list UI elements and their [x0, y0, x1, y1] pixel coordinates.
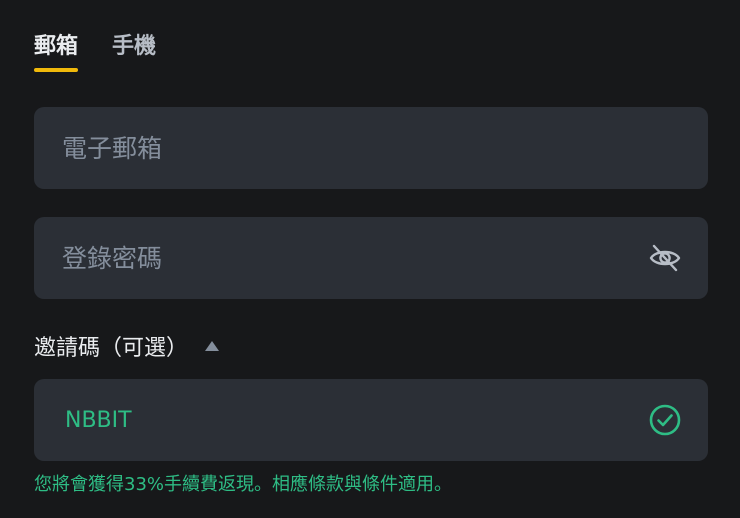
- password-field[interactable]: [62, 238, 648, 278]
- tab-phone[interactable]: 手機: [112, 30, 156, 76]
- referral-toggle[interactable]: 邀請碼（可選）: [34, 328, 220, 364]
- check-circle-icon: [648, 403, 682, 437]
- referral-code-field[interactable]: [65, 400, 648, 440]
- login-method-tabs: 郵箱 手機: [34, 30, 156, 76]
- eye-off-icon[interactable]: [648, 241, 682, 275]
- referral-label: 邀請碼（可選）: [34, 336, 189, 361]
- referral-rebate-note: 您將會獲得33%手續費返現。相應條款與條件適用。: [34, 474, 453, 495]
- tab-email[interactable]: 郵箱: [34, 30, 79, 76]
- password-field-container: [34, 217, 708, 299]
- email-field-container: [34, 107, 708, 189]
- referral-field-container: [34, 379, 708, 461]
- caret-up-icon[interactable]: [204, 340, 220, 352]
- email-field[interactable]: [62, 128, 682, 168]
